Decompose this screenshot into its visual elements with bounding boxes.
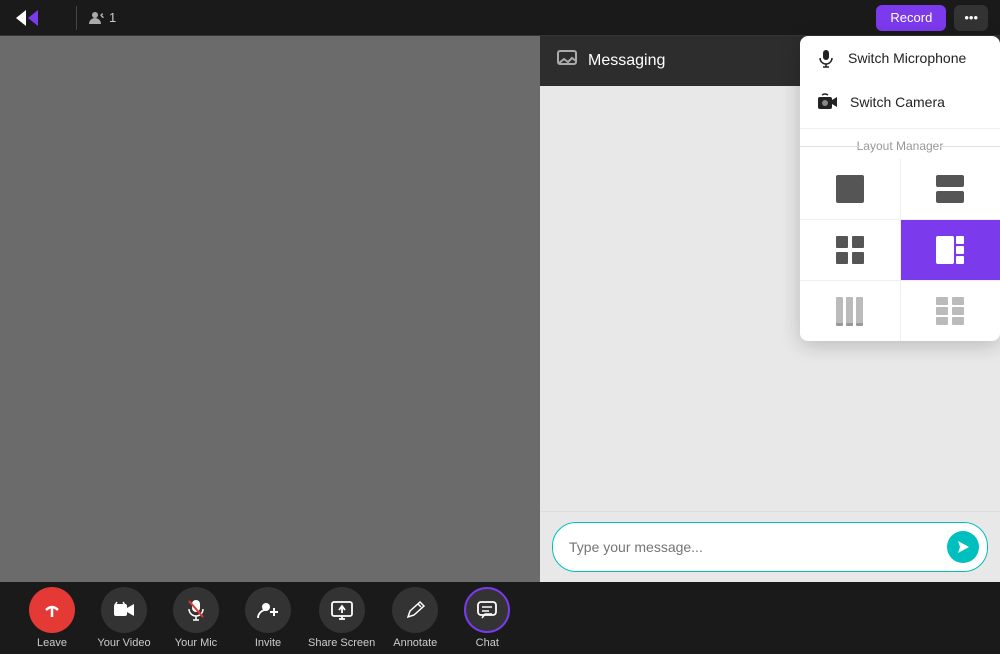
your-video-label: Your Video	[97, 637, 150, 649]
messaging-label: Messaging	[588, 52, 665, 70]
camera-icon	[816, 92, 838, 112]
dropdown-divider	[800, 128, 1000, 129]
layout-gallery[interactable]	[901, 281, 1000, 341]
chat-button[interactable]: Chat	[455, 587, 519, 649]
layout-manager-label: Layout Manager	[800, 133, 1000, 159]
switch-microphone-label: Switch Microphone	[848, 50, 966, 66]
share-screen-button[interactable]: Share Screen	[308, 587, 375, 649]
share-screen-label: Share Screen	[308, 637, 375, 649]
your-video-button[interactable]: Your Video	[92, 587, 156, 649]
leave-button[interactable]: Leave	[20, 587, 84, 649]
layout-split-h[interactable]	[901, 159, 1000, 219]
layout-single[interactable]	[800, 159, 900, 219]
your-mic-label: Your Mic	[175, 637, 217, 649]
invite-icon	[245, 587, 291, 633]
leave-label: Leave	[37, 637, 67, 649]
invite-label: Invite	[255, 637, 281, 649]
invite-button[interactable]: Invite	[236, 587, 300, 649]
video-icon	[101, 587, 147, 633]
switch-camera-label: Switch Camera	[850, 94, 945, 110]
annotate-button[interactable]: Annotate	[383, 587, 447, 649]
switch-camera-item[interactable]: Switch Camera	[800, 80, 1000, 124]
annotate-label: Annotate	[393, 637, 437, 649]
send-button[interactable]	[947, 531, 979, 563]
app-logo	[12, 6, 48, 30]
layout-grid-4[interactable]	[800, 220, 900, 280]
layout-grid	[800, 159, 1000, 341]
messaging-icon	[556, 48, 578, 75]
dropdown-popup: Switch Microphone Switch Camera Layout M…	[800, 36, 1000, 341]
participants-count: 1	[89, 10, 116, 26]
annotate-icon	[392, 587, 438, 633]
your-mic-button[interactable]: Your Mic	[164, 587, 228, 649]
video-area	[0, 36, 540, 582]
message-input[interactable]	[569, 539, 947, 555]
chat-icon	[464, 587, 510, 633]
mic-icon	[173, 587, 219, 633]
chat-label: Chat	[476, 637, 499, 649]
share-screen-icon	[319, 587, 365, 633]
microphone-icon	[816, 48, 836, 68]
switch-microphone-item[interactable]: Switch Microphone	[800, 36, 1000, 80]
more-button[interactable]: •••	[954, 5, 988, 31]
bottom-toolbar: Leave Your Video Your Mic	[0, 582, 1000, 654]
top-bar-divider	[76, 6, 77, 30]
leave-icon	[29, 587, 75, 633]
top-bar: 1 Record •••	[0, 0, 1000, 36]
chat-input-wrapper	[552, 522, 988, 572]
chat-input-area	[540, 511, 1000, 582]
layout-sidebar[interactable]	[901, 220, 1000, 280]
record-button[interactable]: Record	[876, 5, 946, 31]
layout-filmstrip[interactable]	[800, 281, 900, 341]
top-bar-actions: Record •••	[876, 5, 988, 31]
